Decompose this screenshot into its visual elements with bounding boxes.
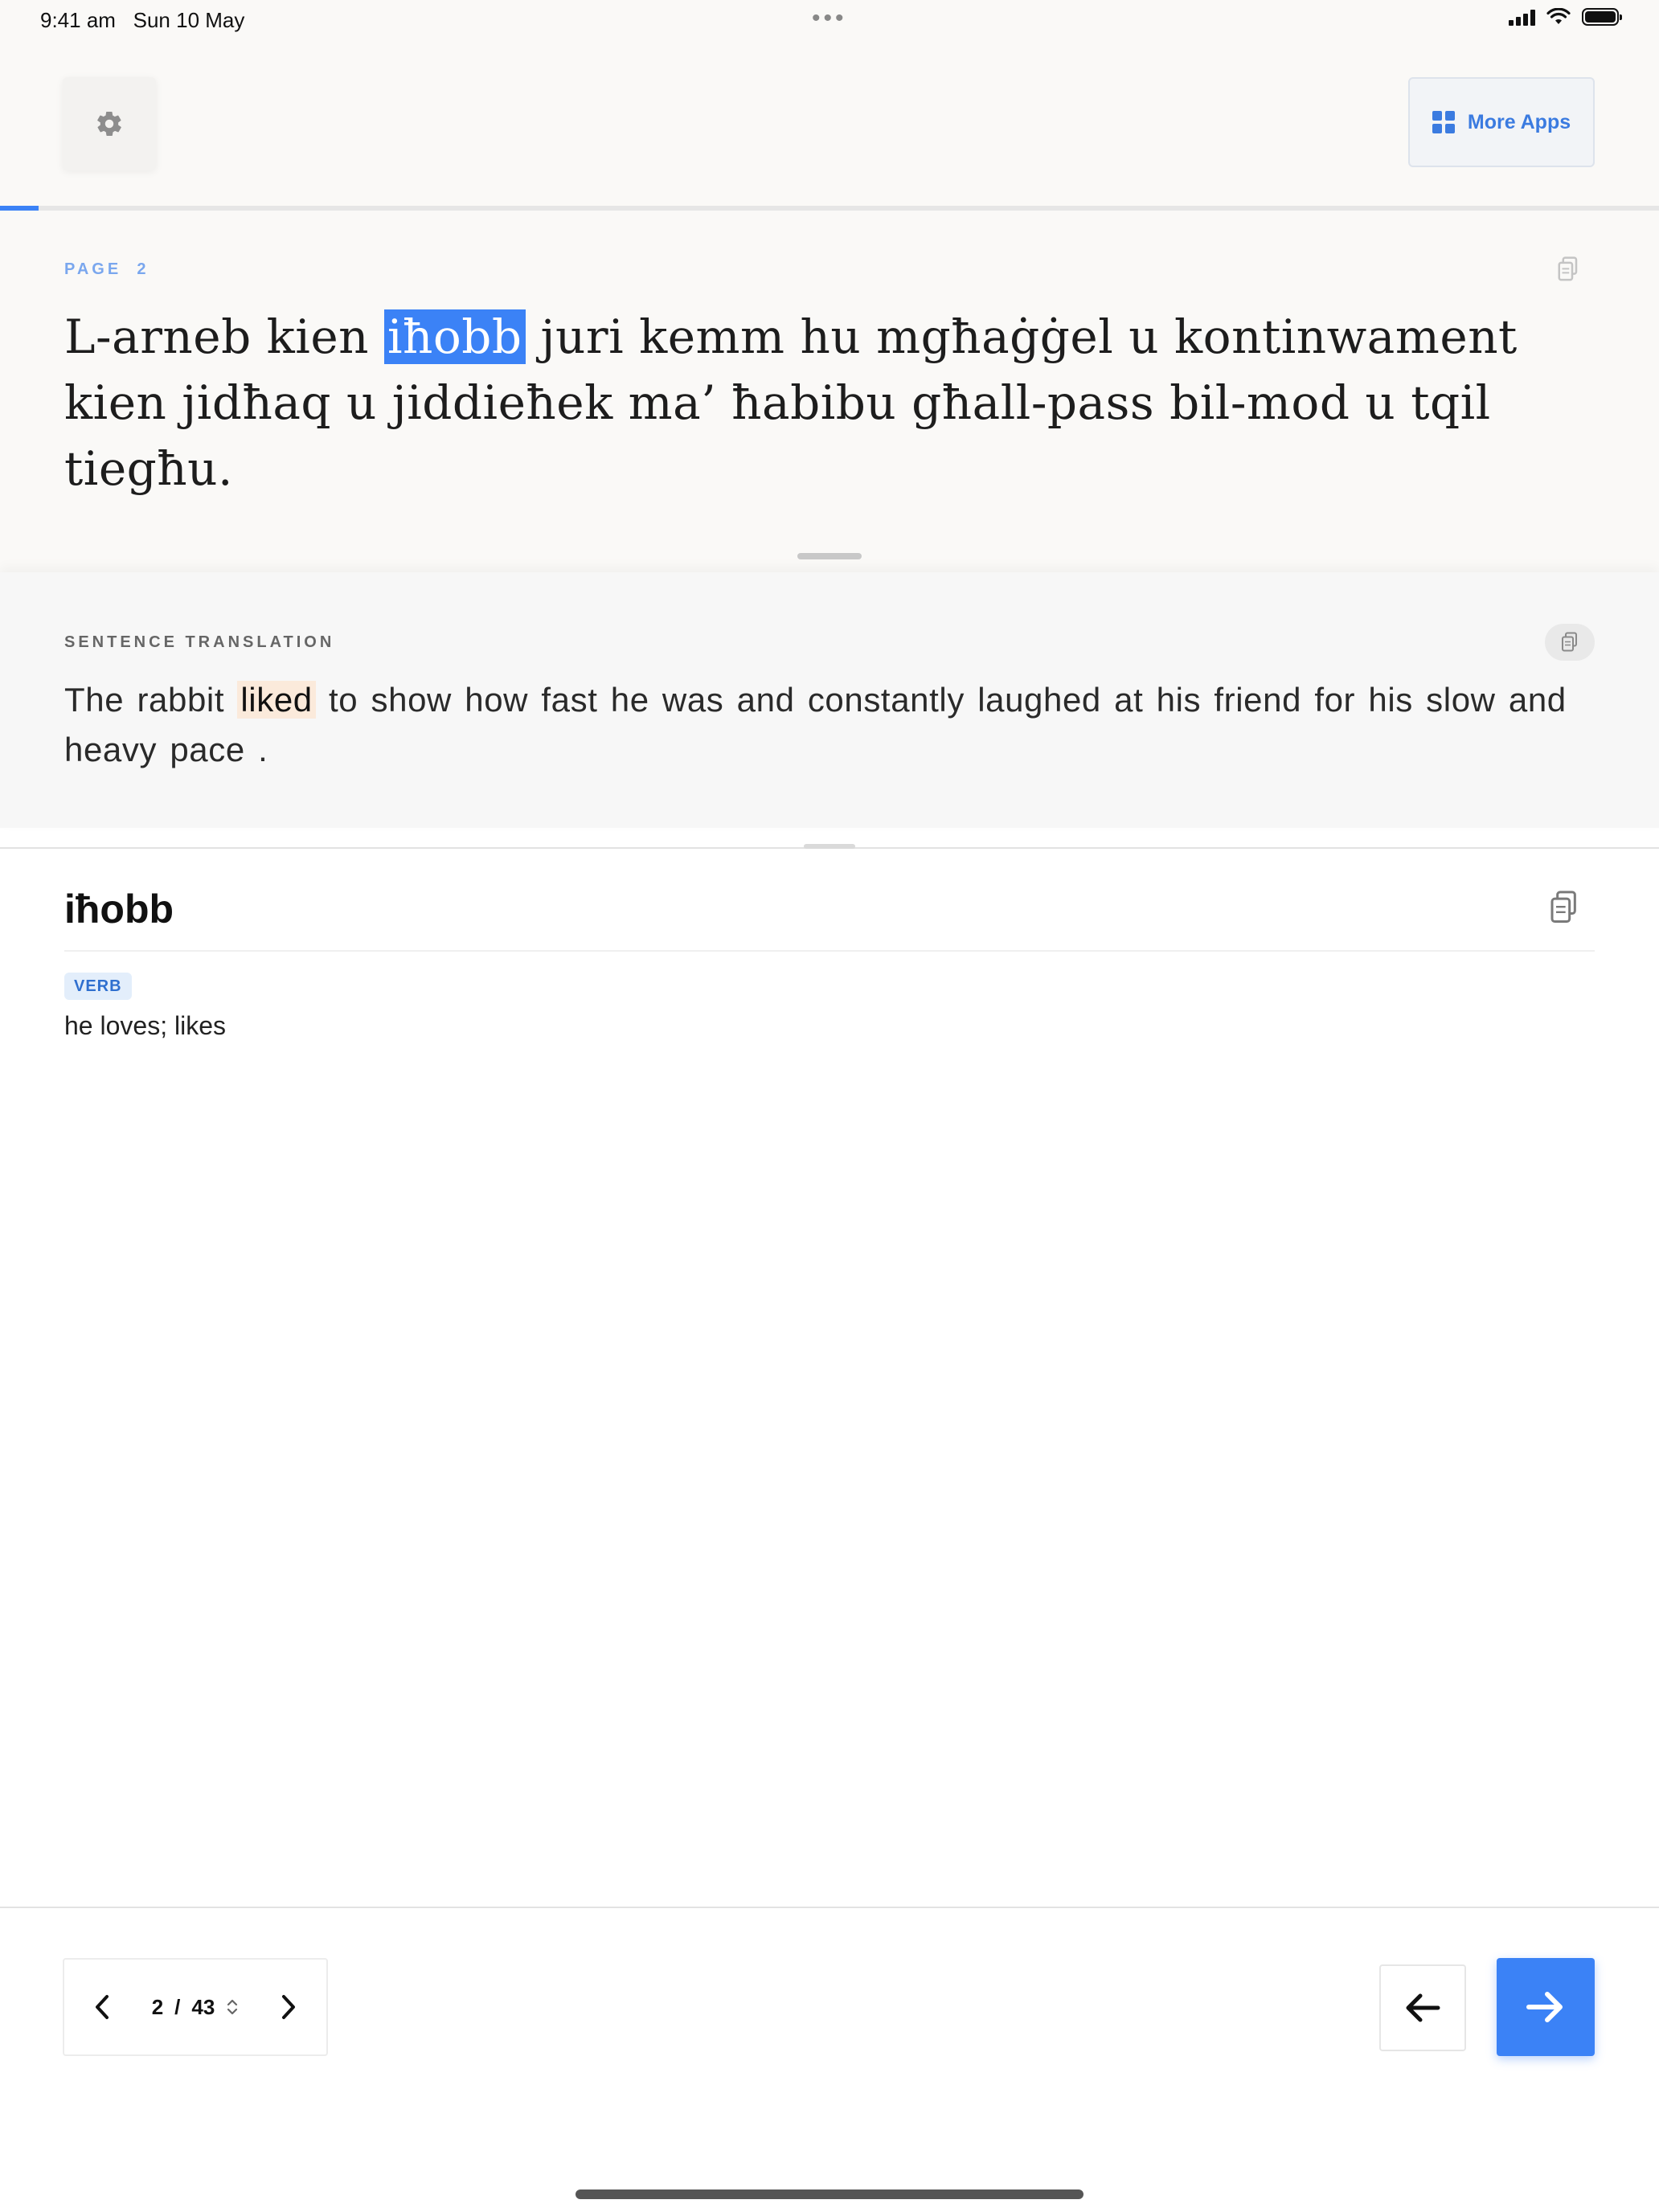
translation-sentence: The rabbit liked to show how fast he was… xyxy=(64,681,1567,768)
definition-text: he loves; likes xyxy=(64,1011,226,1040)
page-number-picker[interactable]: 2 / 43 xyxy=(152,1995,240,2020)
cellular-signal-icon xyxy=(1509,8,1535,26)
status-icons xyxy=(1509,8,1622,26)
settings-button[interactable] xyxy=(63,77,156,170)
arrow-right-icon xyxy=(1526,1992,1563,2022)
home-indicator xyxy=(576,2189,1083,2199)
copy-icon xyxy=(1558,256,1578,281)
dictionary-word: iħobb xyxy=(64,887,174,932)
copy-translation-button[interactable] xyxy=(1545,624,1595,661)
part-of-speech-badge: VERB xyxy=(64,973,132,1000)
translation-label: SENTENCE TRANSLATION xyxy=(64,633,335,651)
more-apps-label: More Apps xyxy=(1467,110,1571,133)
divider xyxy=(0,1907,1659,1908)
more-apps-button[interactable]: More Apps xyxy=(1408,77,1595,167)
battery-icon xyxy=(1582,8,1622,26)
page-selector: 2 / 43 xyxy=(63,1958,328,2056)
grid-icon xyxy=(1432,111,1455,133)
chevron-left-icon[interactable] xyxy=(92,1993,113,2021)
chevron-right-icon[interactable] xyxy=(278,1993,299,2021)
panel-drag-handle[interactable] xyxy=(797,553,862,559)
gear-icon xyxy=(97,111,121,136)
previous-sentence-button[interactable] xyxy=(1379,1964,1466,2051)
divider xyxy=(64,950,1595,952)
up-down-chevron-icon xyxy=(227,1999,238,2015)
panel-drag-handle[interactable] xyxy=(804,844,855,849)
wifi-icon xyxy=(1546,8,1571,24)
selected-word[interactable]: iħobb xyxy=(383,309,526,364)
translated-word: liked xyxy=(237,681,316,719)
copy-icon xyxy=(1562,632,1577,652)
next-sentence-button[interactable] xyxy=(1497,1958,1595,2056)
copy-icon xyxy=(1550,891,1576,923)
copy-source-button[interactable] xyxy=(1556,256,1580,287)
arrow-left-icon xyxy=(1406,1993,1440,2022)
status-time: 9:41 am Sun 10 May xyxy=(40,8,245,32)
multitasking-dots[interactable]: ••• xyxy=(812,5,847,32)
source-sentence: L-arneb kien iħobb juri kemm hu mgħaġġel… xyxy=(64,309,1518,496)
page-label: PAGE 2 xyxy=(64,260,150,278)
copy-definition-button[interactable] xyxy=(1548,889,1580,930)
